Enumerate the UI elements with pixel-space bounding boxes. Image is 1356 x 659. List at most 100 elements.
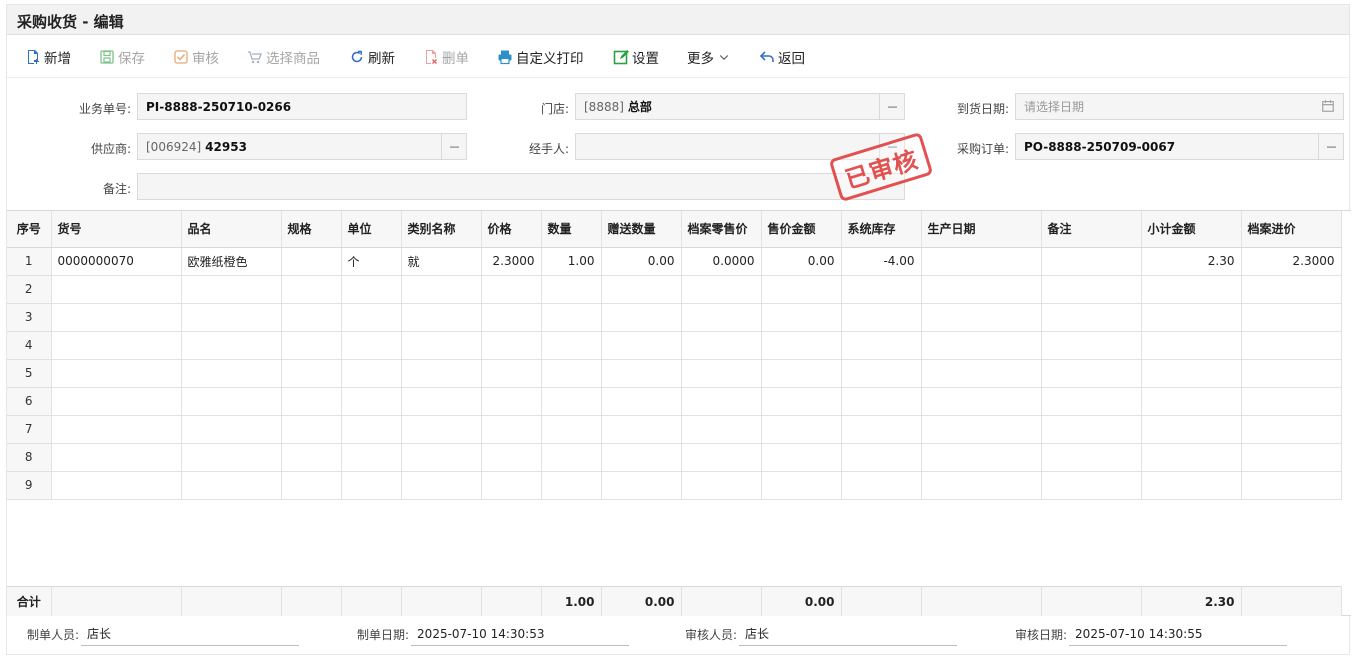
cell-remark[interactable] xyxy=(1041,471,1142,500)
cell-item-code[interactable] xyxy=(51,471,182,500)
cell-item-name[interactable] xyxy=(181,443,282,472)
cell-category[interactable] xyxy=(401,303,482,332)
cell-production-date[interactable] xyxy=(921,443,1042,472)
po-lookup-button[interactable]: --- xyxy=(1318,134,1343,159)
cell-price[interactable]: 2.3000 xyxy=(481,247,542,276)
cell-sale-amount[interactable] xyxy=(761,471,842,500)
cell-cost-price[interactable] xyxy=(1241,471,1342,500)
cell-unit[interactable] xyxy=(341,275,402,304)
cell-remark[interactable] xyxy=(1041,303,1142,332)
cell-item-code[interactable] xyxy=(51,303,182,332)
cell-spec[interactable] xyxy=(281,247,342,276)
cell-item-name[interactable] xyxy=(181,415,282,444)
cell-retail-price[interactable] xyxy=(681,331,762,360)
cell-retail-price[interactable] xyxy=(681,359,762,388)
cell-subtotal[interactable] xyxy=(1141,303,1242,332)
cell-price[interactable] xyxy=(481,471,542,500)
remark-field[interactable] xyxy=(137,173,905,200)
order-no-field[interactable]: PI-8888-250710-0266 xyxy=(137,93,467,120)
cell-remark[interactable] xyxy=(1041,275,1142,304)
cell-cost-price[interactable] xyxy=(1241,275,1342,304)
supplier-lookup-button[interactable]: --- xyxy=(441,134,466,159)
cell-item-name[interactable] xyxy=(181,331,282,360)
cell-price[interactable] xyxy=(481,359,542,388)
cell-gift-qty[interactable] xyxy=(601,359,682,388)
cell-cost-price[interactable] xyxy=(1241,331,1342,360)
cell-qty[interactable] xyxy=(541,331,602,360)
cell-gift-qty[interactable] xyxy=(601,443,682,472)
cell-gift-qty[interactable] xyxy=(601,387,682,416)
table-row[interactable]: 7 xyxy=(7,415,1342,444)
select-goods-button[interactable]: 选择商品 xyxy=(247,47,320,67)
cell-cost-price[interactable] xyxy=(1241,415,1342,444)
cell-sale-amount[interactable] xyxy=(761,275,842,304)
audit-button[interactable]: 审核 xyxy=(173,47,219,67)
cell-retail-price[interactable]: 0.0000 xyxy=(681,247,762,276)
cell-system-stock[interactable] xyxy=(841,303,922,332)
cell-price[interactable] xyxy=(481,303,542,332)
cell-sale-amount[interactable] xyxy=(761,443,842,472)
cell-qty[interactable] xyxy=(541,443,602,472)
cell-qty[interactable] xyxy=(541,359,602,388)
column-header-gift-qty[interactable]: 赠送数量 xyxy=(601,211,682,248)
cell-spec[interactable] xyxy=(281,471,342,500)
cell-item-code[interactable] xyxy=(51,359,182,388)
cell-retail-price[interactable] xyxy=(681,415,762,444)
cell-price[interactable] xyxy=(481,443,542,472)
cell-category[interactable] xyxy=(401,331,482,360)
cell-qty[interactable] xyxy=(541,303,602,332)
cell-spec[interactable] xyxy=(281,275,342,304)
cell-gift-qty[interactable] xyxy=(601,275,682,304)
cell-system-stock[interactable] xyxy=(841,275,922,304)
cell-category[interactable] xyxy=(401,415,482,444)
cell-category[interactable]: 就 xyxy=(401,247,482,276)
cell-production-date[interactable] xyxy=(921,303,1042,332)
cell-sale-amount[interactable] xyxy=(761,331,842,360)
cell-retail-price[interactable] xyxy=(681,471,762,500)
table-row[interactable]: 4 xyxy=(7,331,1342,360)
cell-system-stock[interactable] xyxy=(841,471,922,500)
cell-sale-amount[interactable] xyxy=(761,359,842,388)
cell-remark[interactable] xyxy=(1041,331,1142,360)
delete-order-button[interactable]: 删单 xyxy=(423,47,469,67)
cell-gift-qty[interactable]: 0.00 xyxy=(601,247,682,276)
cell-item-code[interactable] xyxy=(51,415,182,444)
cell-category[interactable] xyxy=(401,387,482,416)
cell-sale-amount[interactable] xyxy=(761,387,842,416)
store-field[interactable]: [8888] 总部 --- xyxy=(575,93,905,120)
cell-unit[interactable] xyxy=(341,303,402,332)
save-button[interactable]: 保存 xyxy=(99,47,145,67)
cell-unit[interactable]: 个 xyxy=(341,247,402,276)
cell-spec[interactable] xyxy=(281,387,342,416)
cell-item-name[interactable] xyxy=(181,471,282,500)
cell-unit[interactable] xyxy=(341,359,402,388)
cell-subtotal[interactable] xyxy=(1141,387,1242,416)
cell-category[interactable] xyxy=(401,471,482,500)
cell-spec[interactable] xyxy=(281,443,342,472)
cell-production-date[interactable] xyxy=(921,359,1042,388)
cell-subtotal[interactable]: 2.30 xyxy=(1141,247,1242,276)
cell-gift-qty[interactable] xyxy=(601,303,682,332)
po-field[interactable]: PO-8888-250709-0067 --- xyxy=(1015,133,1344,160)
cell-item-name[interactable] xyxy=(181,359,282,388)
cell-category[interactable] xyxy=(401,359,482,388)
cell-cost-price[interactable] xyxy=(1241,303,1342,332)
new-button[interactable]: 新增 xyxy=(25,47,71,67)
cell-production-date[interactable] xyxy=(921,247,1042,276)
cell-spec[interactable] xyxy=(281,303,342,332)
column-header-item-code[interactable]: 货号 xyxy=(51,211,182,248)
column-header-sale-amount[interactable]: 售价金额 xyxy=(761,211,842,248)
cell-remark[interactable] xyxy=(1041,443,1142,472)
cell-subtotal[interactable] xyxy=(1141,471,1242,500)
cell-retail-price[interactable] xyxy=(681,275,762,304)
cell-item-name[interactable] xyxy=(181,387,282,416)
calendar-icon[interactable] xyxy=(1321,99,1335,113)
cell-remark[interactable] xyxy=(1041,247,1142,276)
table-row[interactable]: 3 xyxy=(7,303,1342,332)
cell-gift-qty[interactable] xyxy=(601,471,682,500)
cell-qty[interactable] xyxy=(541,275,602,304)
cell-price[interactable] xyxy=(481,331,542,360)
cell-system-stock[interactable] xyxy=(841,359,922,388)
store-lookup-button[interactable]: --- xyxy=(879,94,904,119)
cell-item-code[interactable] xyxy=(51,443,182,472)
